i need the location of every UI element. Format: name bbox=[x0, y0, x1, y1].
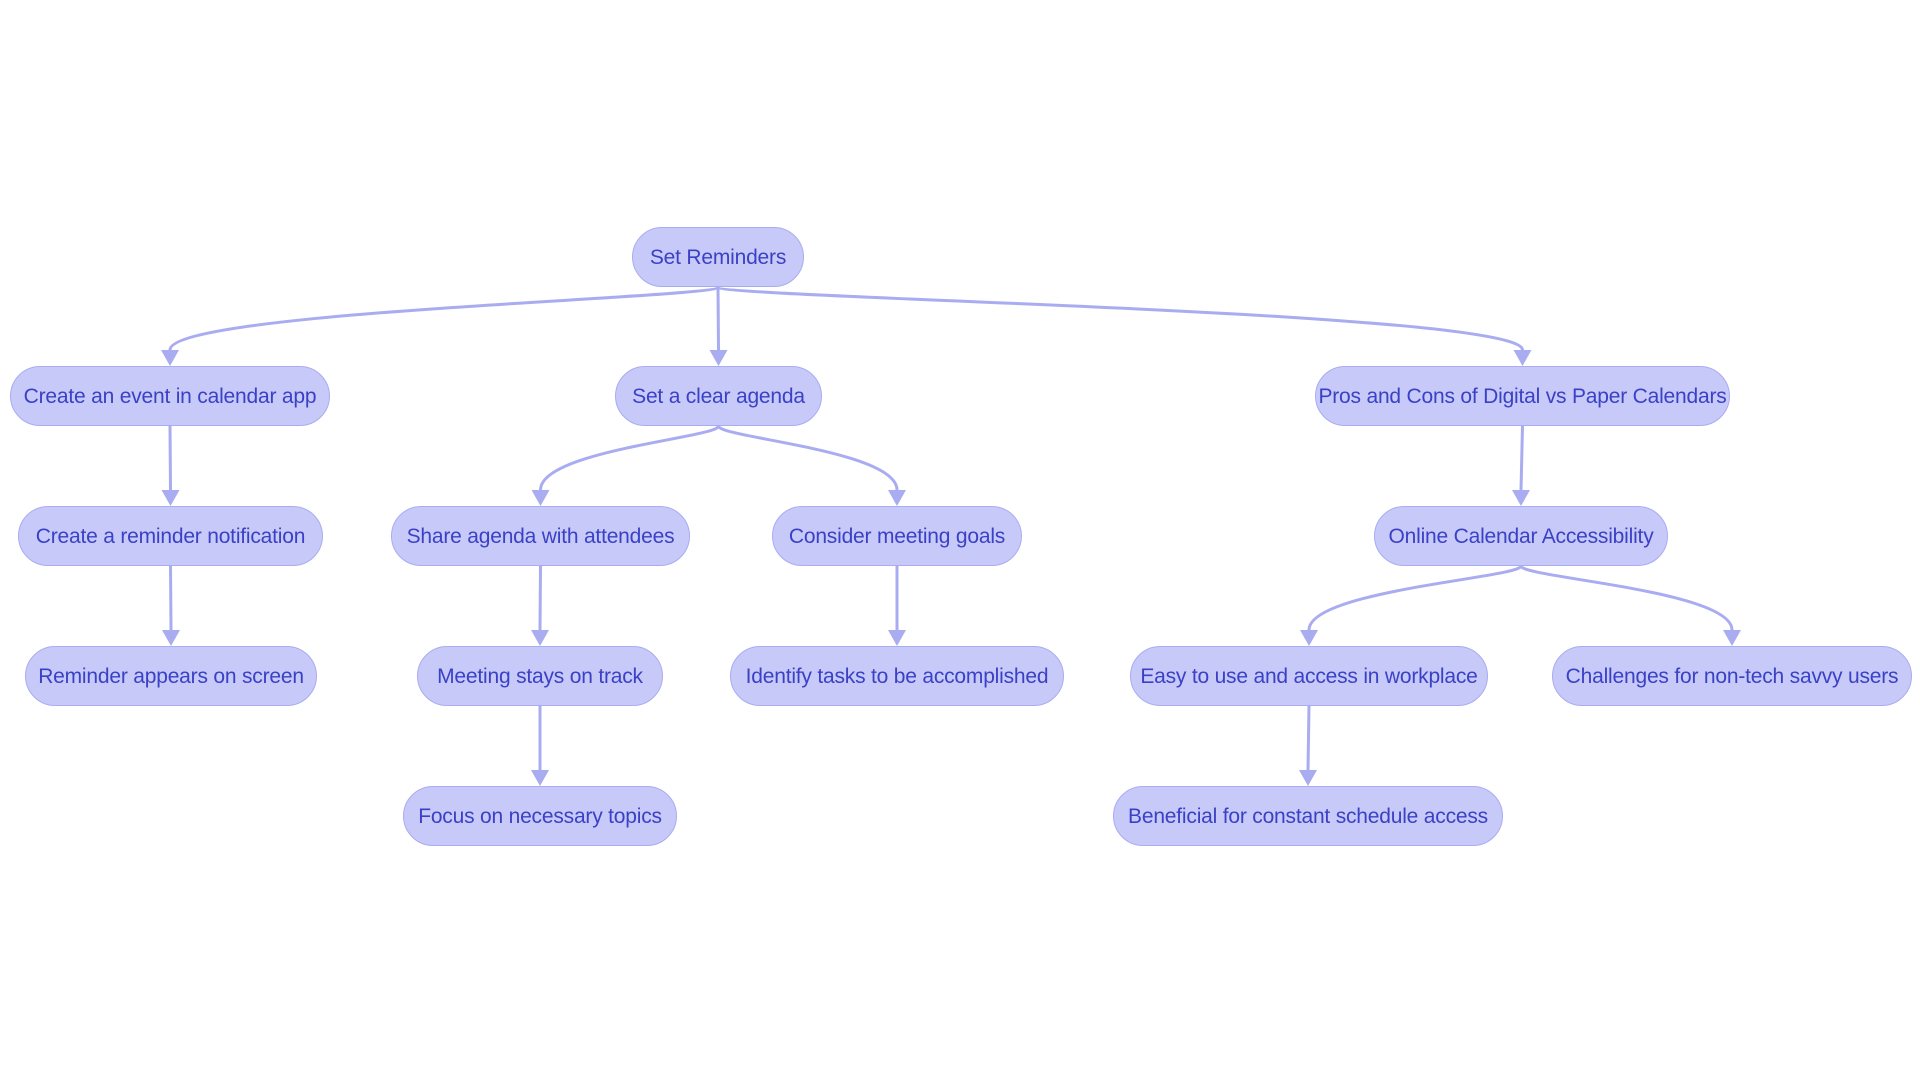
node-clear-agenda[interactable]: Set a clear agenda bbox=[615, 366, 822, 426]
edge-pros-cons-to-online-accessibility bbox=[1519, 425, 1524, 491]
node-label: Create a reminder notification bbox=[35, 524, 306, 548]
arrowhead-icon bbox=[161, 490, 180, 506]
edge-set-reminders-to-clear-agenda bbox=[716, 286, 720, 351]
flowchart-canvas: Set Reminders Create an event in calendar… bbox=[0, 0, 1920, 1080]
node-identify-tasks[interactable]: Identify tasks to be accomplished bbox=[730, 646, 1064, 706]
edge-easy-to-use-to-beneficial-access bbox=[1306, 705, 1311, 771]
arrowhead-icon bbox=[888, 490, 906, 506]
node-label: Focus on necessary topics bbox=[418, 804, 662, 828]
node-label: Beneficial for constant schedule access bbox=[1128, 804, 1488, 828]
node-label: Reminder appears on screen bbox=[38, 664, 304, 688]
node-label: Consider meeting goals bbox=[788, 524, 1006, 548]
arrowhead-icon bbox=[531, 770, 549, 786]
node-meeting-goals[interactable]: Consider meeting goals bbox=[772, 506, 1022, 566]
arrowhead-icon bbox=[531, 490, 550, 506]
node-challenges-nontech[interactable]: Challenges for non-tech savvy users bbox=[1552, 646, 1912, 706]
node-label: Create an event in calendar app bbox=[23, 384, 317, 408]
arrowhead-icon bbox=[1513, 350, 1532, 366]
node-create-event[interactable]: Create an event in calendar app bbox=[10, 366, 330, 426]
node-label: Pros and Cons of Digital vs Paper Calend… bbox=[1318, 384, 1727, 408]
node-share-agenda[interactable]: Share agenda with attendees bbox=[391, 506, 690, 566]
edge-clear-agenda-to-share-agenda bbox=[539, 424, 720, 491]
node-online-accessibility[interactable]: Online Calendar Accessibility bbox=[1374, 506, 1668, 566]
edge-reminder-notification-to-reminder-on-screen bbox=[169, 565, 173, 631]
edge-share-agenda-to-stays-on-track bbox=[538, 565, 542, 631]
node-label: Challenges for non-tech savvy users bbox=[1565, 664, 1899, 688]
edge-set-reminders-to-create-event bbox=[168, 285, 720, 351]
node-label: Meeting stays on track bbox=[437, 664, 643, 688]
node-label: Set a clear agenda bbox=[632, 384, 805, 408]
node-stays-on-track[interactable]: Meeting stays on track bbox=[417, 646, 663, 706]
edge-online-accessibility-to-easy-to-use bbox=[1307, 564, 1523, 631]
node-label: Share agenda with attendees bbox=[406, 524, 675, 548]
arrowhead-icon bbox=[531, 630, 549, 646]
node-beneficial-access[interactable]: Beneficial for constant schedule access bbox=[1113, 786, 1503, 846]
arrowhead-icon bbox=[1512, 490, 1530, 506]
arrowhead-icon bbox=[709, 350, 728, 366]
node-pros-cons[interactable]: Pros and Cons of Digital vs Paper Calend… bbox=[1315, 366, 1730, 426]
edge-create-event-to-reminder-notification bbox=[168, 425, 172, 491]
node-reminder-notification[interactable]: Create a reminder notification bbox=[18, 506, 323, 566]
node-easy-to-use[interactable]: Easy to use and access in workplace bbox=[1130, 646, 1488, 706]
node-focus-topics[interactable]: Focus on necessary topics bbox=[403, 786, 677, 846]
node-set-reminders[interactable]: Set Reminders bbox=[632, 227, 804, 287]
arrowhead-icon bbox=[161, 350, 179, 366]
arrowhead-icon bbox=[1300, 630, 1318, 646]
node-label: Identify tasks to be accomplished bbox=[745, 664, 1049, 688]
node-reminder-on-screen[interactable]: Reminder appears on screen bbox=[25, 646, 317, 706]
arrowhead-icon bbox=[162, 630, 180, 646]
arrowhead-icon bbox=[1723, 630, 1741, 646]
edge-online-accessibility-to-challenges-nontech bbox=[1519, 564, 1734, 631]
arrowhead-icon bbox=[888, 630, 906, 646]
node-label: Online Calendar Accessibility bbox=[1388, 524, 1654, 548]
arrowhead-icon bbox=[1299, 770, 1317, 786]
node-label: Easy to use and access in workplace bbox=[1140, 664, 1478, 688]
node-label: Set Reminders bbox=[649, 245, 787, 269]
edge-clear-agenda-to-meeting-goals bbox=[717, 424, 899, 491]
edge-set-reminders-to-pros-cons bbox=[716, 285, 1524, 351]
